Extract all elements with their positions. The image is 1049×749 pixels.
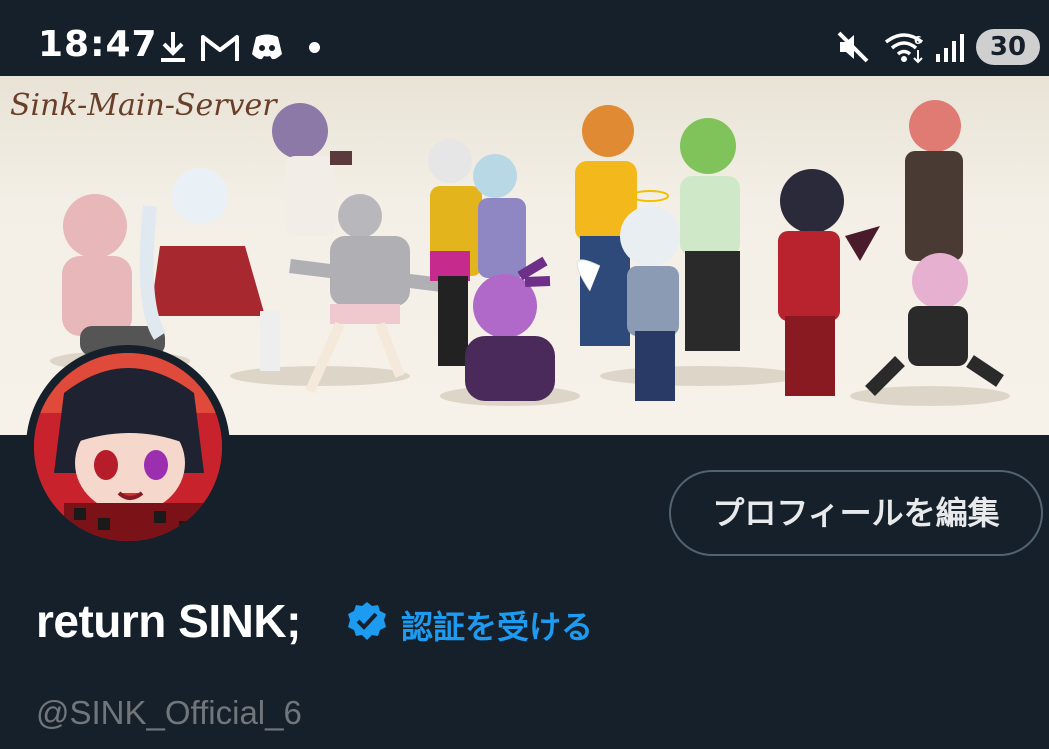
banner-title: Sink-Main-Server bbox=[10, 88, 277, 123]
gmail-icon bbox=[200, 33, 240, 68]
battery-indicator: 30 bbox=[976, 29, 1040, 65]
signal-icon bbox=[934, 32, 966, 69]
wifi-icon: 6 bbox=[884, 30, 928, 69]
svg-text:6: 6 bbox=[914, 34, 922, 47]
download-icon bbox=[158, 30, 188, 69]
profile-avatar[interactable] bbox=[26, 345, 230, 549]
user-handle: @SINK_Official_6 bbox=[36, 694, 302, 731]
get-verified-link[interactable]: 認証を受ける bbox=[401, 602, 593, 648]
display-name: return SINK; bbox=[36, 595, 301, 647]
status-time: 18:47 bbox=[38, 24, 158, 65]
mute-icon bbox=[836, 30, 870, 69]
notification-dot bbox=[309, 42, 320, 53]
discord-icon bbox=[250, 32, 284, 67]
status-bar: 18:47 6 30 bbox=[0, 0, 1049, 76]
edit-profile-button[interactable]: プロフィールを編集 bbox=[669, 470, 1043, 556]
avatar-image bbox=[34, 353, 222, 541]
verified-badge-icon bbox=[346, 600, 388, 647]
